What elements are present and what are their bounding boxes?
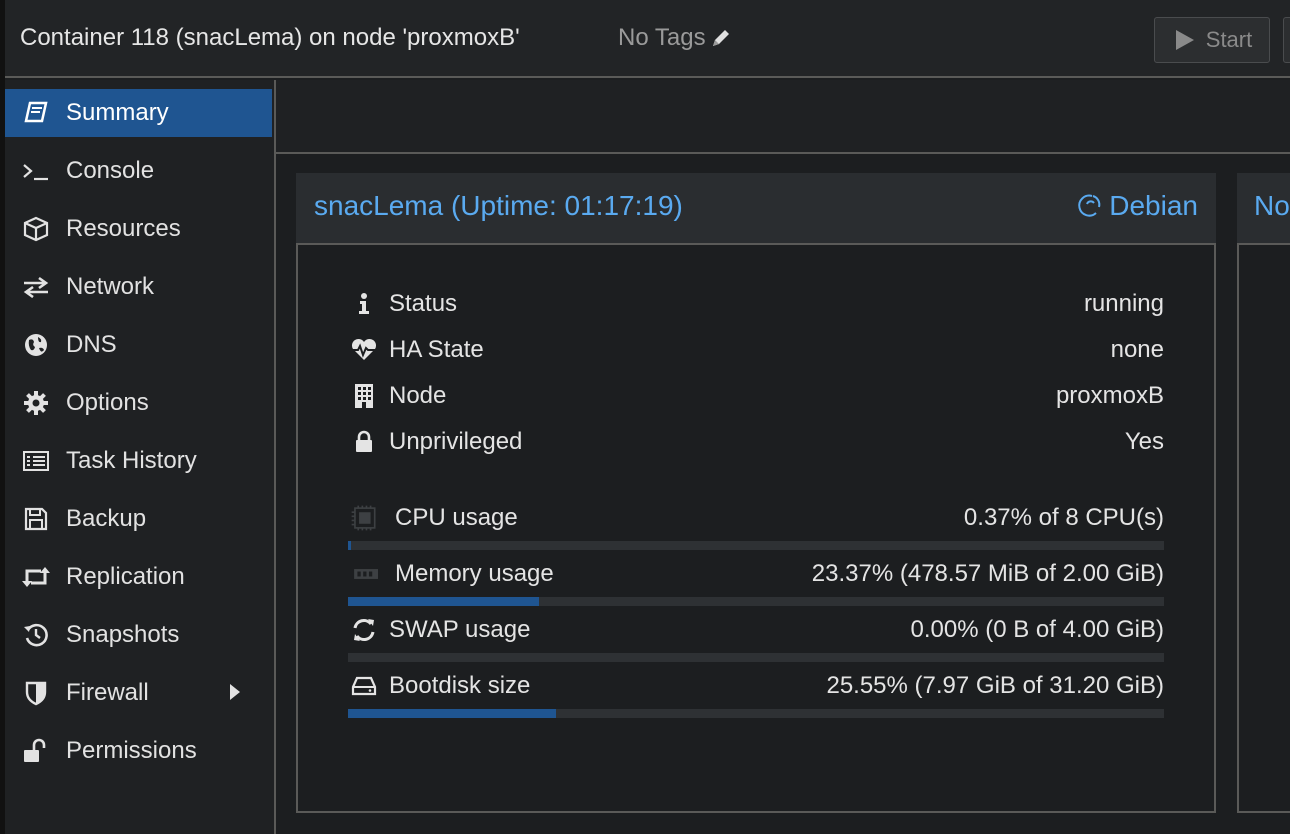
play-icon bbox=[1175, 30, 1194, 50]
bootdisk-label: Bootdisk size bbox=[389, 672, 531, 699]
sidebar-item-dns[interactable]: DNS bbox=[5, 321, 272, 369]
shutdown-button[interactable] bbox=[1283, 17, 1290, 63]
globe-icon bbox=[21, 330, 51, 360]
sidebar-item-resources[interactable]: Resources bbox=[5, 205, 272, 253]
sidebar-item-label: Replication bbox=[66, 563, 185, 590]
retweet-icon bbox=[21, 562, 51, 592]
memory-usage-bar bbox=[348, 597, 1164, 606]
start-button[interactable]: Start bbox=[1154, 17, 1270, 63]
floppy-icon bbox=[21, 504, 51, 534]
cpu-icon bbox=[350, 504, 378, 532]
status-label: Status bbox=[389, 290, 458, 317]
sidebar-item-snapshots[interactable]: Snapshots bbox=[5, 611, 272, 659]
ha-state-label: HA State bbox=[389, 336, 484, 363]
sidebar-item-console[interactable]: Console bbox=[5, 147, 272, 195]
tags-label: No Tags bbox=[618, 24, 706, 51]
cpu-usage-label: CPU usage bbox=[395, 504, 518, 531]
memory-icon bbox=[350, 560, 378, 588]
debian-icon bbox=[1078, 194, 1101, 217]
sidebar-item-label: Task History bbox=[66, 447, 197, 474]
sidebar-item-replication[interactable]: Replication bbox=[5, 553, 272, 601]
summary-panel-header: snacLema (Uptime: 01:17:19) Debian bbox=[296, 173, 1216, 243]
swap-usage-row: SWAP usage 0.00% (0 B of 4.00 GiB) bbox=[350, 616, 1164, 646]
lock-icon bbox=[350, 428, 378, 456]
cpu-usage-row: CPU usage 0.37% of 8 CPU(s) bbox=[350, 504, 1164, 534]
info-icon bbox=[350, 290, 378, 318]
summary-panel-title: snacLema (Uptime: 01:17:19) bbox=[314, 190, 683, 221]
sidebar-item-backup[interactable]: Backup bbox=[5, 495, 272, 543]
tags-editor[interactable]: No Tags bbox=[618, 24, 732, 52]
swap-usage-value: 0.00% (0 B of 4.00 GiB) bbox=[910, 616, 1164, 643]
heartbeat-icon bbox=[350, 336, 378, 364]
os-label: Debian bbox=[1109, 190, 1198, 221]
bootdisk-bar-fill bbox=[348, 709, 557, 718]
unprivileged-label: Unprivileged bbox=[389, 428, 523, 455]
status-row: Status running bbox=[350, 290, 1164, 320]
pencil-icon[interactable] bbox=[710, 27, 732, 49]
top-toolbar: Container 118 (snacLema) on node 'proxmo… bbox=[0, 0, 1290, 834]
cube-icon bbox=[21, 214, 51, 244]
sidebar-nav: Summary Console Resources Network DNS Op… bbox=[5, 80, 276, 834]
cpu-usage-bar-fill bbox=[348, 541, 352, 550]
list-icon bbox=[21, 446, 51, 476]
notes-panel-body bbox=[1237, 243, 1290, 813]
sidebar-item-label: DNS bbox=[66, 331, 117, 358]
notes-panel-header: No bbox=[1237, 173, 1290, 243]
unlock-icon bbox=[21, 736, 51, 766]
bootdisk-row: Bootdisk size 25.55% (7.97 GiB of 31.20 … bbox=[350, 672, 1164, 702]
sidebar-item-permissions[interactable]: Permissions bbox=[5, 727, 272, 775]
bootdisk-value: 25.55% (7.97 GiB of 31.20 GiB) bbox=[826, 672, 1164, 699]
node-row: Node proxmoxB bbox=[350, 382, 1164, 412]
expand-arrow-icon[interactable] bbox=[229, 683, 241, 701]
swap-usage-label: SWAP usage bbox=[389, 616, 531, 643]
start-button-label: Start bbox=[1205, 27, 1253, 52]
memory-usage-value: 23.37% (478.57 MiB of 2.00 GiB) bbox=[811, 560, 1164, 587]
gear-icon bbox=[21, 388, 51, 418]
ha-state-value: none bbox=[1110, 336, 1164, 363]
sidebar-item-label: Resources bbox=[66, 215, 181, 242]
node-value: proxmoxB bbox=[1055, 382, 1164, 409]
sidebar-item-label: Snapshots bbox=[66, 621, 180, 648]
sidebar-item-options[interactable]: Options bbox=[5, 379, 272, 427]
sidebar-item-network[interactable]: Network bbox=[5, 263, 272, 311]
memory-usage-bar-fill bbox=[348, 597, 539, 606]
unprivileged-value: Yes bbox=[1124, 428, 1164, 455]
notes-panel-title: No bbox=[1254, 190, 1290, 221]
node-label: Node bbox=[389, 382, 447, 409]
sidebar-item-label: Permissions bbox=[66, 737, 197, 764]
unprivileged-row: Unprivileged Yes bbox=[350, 428, 1164, 458]
bootdisk-bar bbox=[348, 709, 1164, 718]
sidebar-item-label: Firewall bbox=[66, 679, 149, 706]
building-icon bbox=[350, 382, 378, 410]
shield-icon bbox=[21, 678, 51, 708]
sidebar-item-label: Summary bbox=[66, 99, 169, 126]
memory-usage-row: Memory usage 23.37% (478.57 MiB of 2.00 … bbox=[350, 560, 1164, 590]
memory-usage-label: Memory usage bbox=[395, 560, 554, 587]
swap-usage-bar bbox=[348, 653, 1164, 662]
sidebar-item-label: Console bbox=[66, 157, 155, 184]
sidebar-item-firewall[interactable]: Firewall bbox=[5, 669, 272, 717]
sidebar-item-summary[interactable]: Summary bbox=[5, 89, 272, 137]
hdd-icon bbox=[350, 672, 378, 700]
history-icon bbox=[21, 620, 51, 650]
book-icon bbox=[21, 98, 51, 128]
terminal-icon bbox=[21, 156, 51, 186]
sidebar-item-label: Backup bbox=[66, 505, 147, 532]
status-value: running bbox=[1083, 290, 1164, 317]
cpu-usage-value: 0.37% of 8 CPU(s) bbox=[963, 504, 1164, 531]
main-toolbar bbox=[276, 80, 1290, 154]
sidebar-item-label: Network bbox=[66, 273, 155, 300]
ha-state-row: HA State none bbox=[350, 336, 1164, 366]
page-title: Container 118 (snacLema) on node 'proxmo… bbox=[20, 24, 520, 51]
cpu-usage-bar bbox=[348, 541, 1164, 550]
sidebar-item-label: Options bbox=[66, 389, 149, 416]
exchange-icon bbox=[21, 272, 51, 302]
sidebar-item-task-history[interactable]: Task History bbox=[5, 437, 272, 485]
os-badge: Debian bbox=[1077, 190, 1198, 222]
refresh-icon bbox=[350, 616, 378, 644]
